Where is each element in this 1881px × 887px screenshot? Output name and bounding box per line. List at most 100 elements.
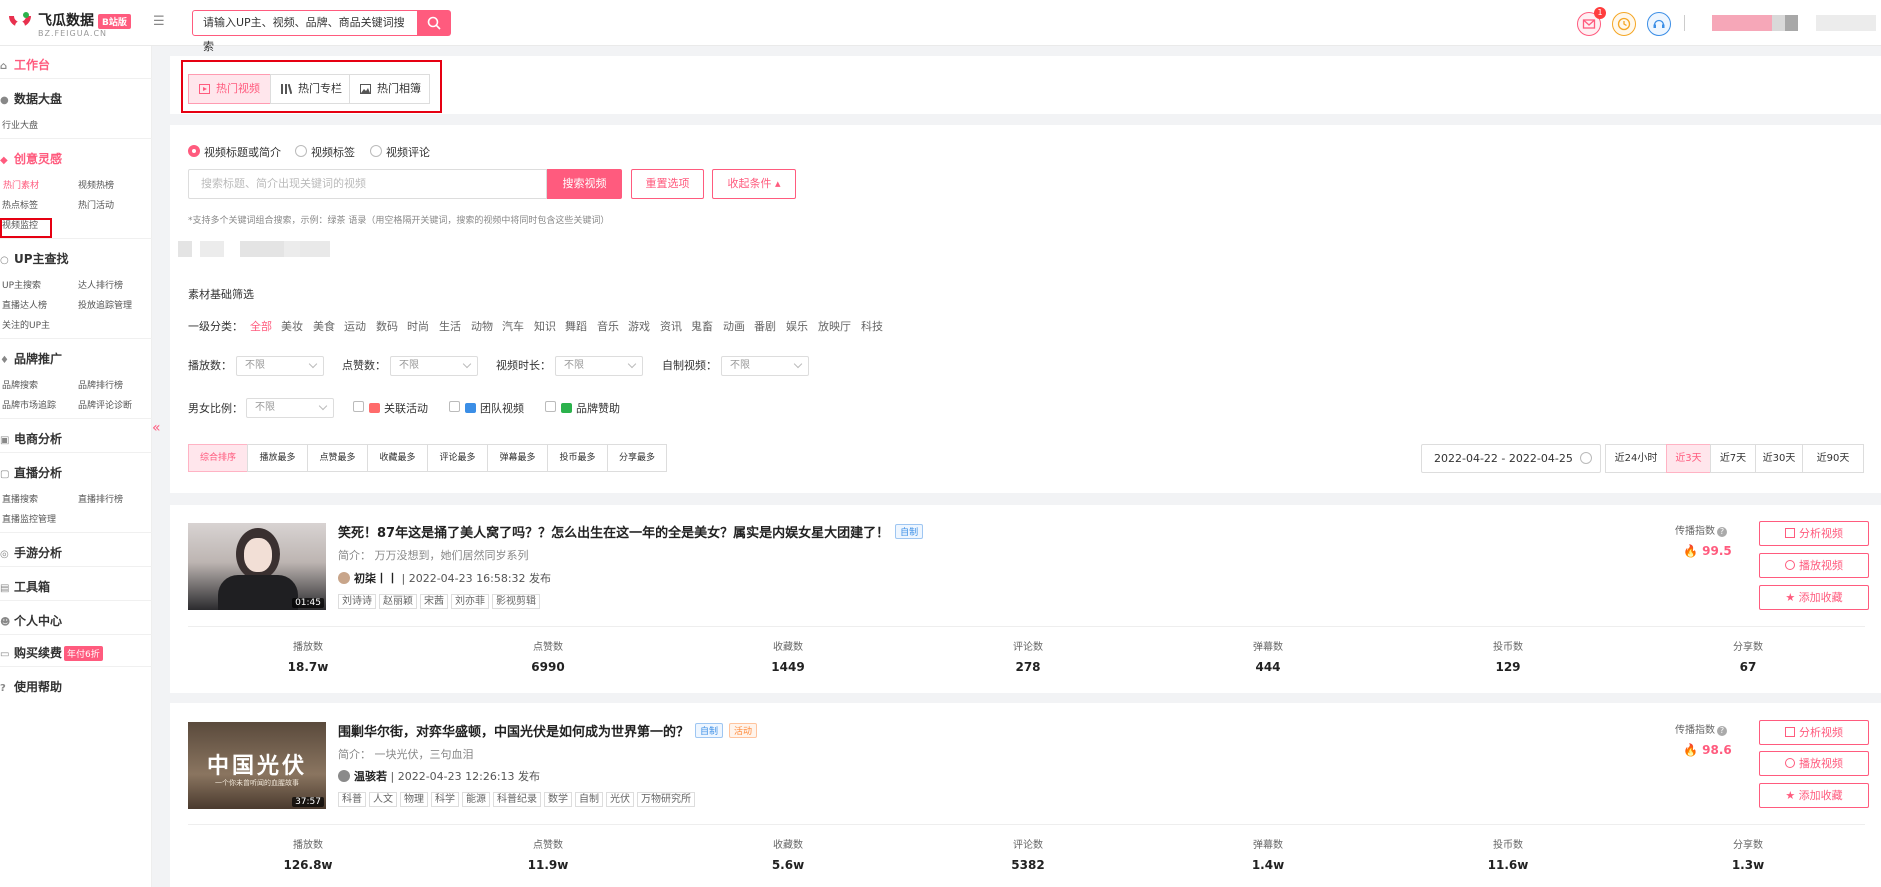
sidebar-item-followed-up[interactable]: 关注的UP主 (2, 318, 50, 331)
sidebar-item-live-analysis[interactable]: ▢ 直播分析 (0, 464, 62, 481)
tag-chip[interactable]: 光伏 (606, 792, 634, 807)
category-item[interactable]: 美食 (313, 318, 335, 334)
reset-button[interactable]: 重置选项 (631, 169, 704, 199)
collapse-conditions-button[interactable]: 收起条件 ▴ (712, 169, 796, 199)
play-video-button[interactable]: 播放视频 (1759, 553, 1869, 578)
sidebar-item-up-search[interactable]: ○ UP主查找 (0, 250, 69, 267)
sidebar-item-brand-market[interactable]: 品牌市场追踪 (2, 398, 56, 411)
category-item[interactable]: 时尚 (407, 318, 429, 334)
video-thumbnail[interactable]: 中国光伏 一个你未曾听闻的血腥故事 37:57 (188, 722, 326, 809)
sort-coin[interactable]: 投币最多 (547, 444, 608, 472)
category-item[interactable]: 游戏 (628, 318, 650, 334)
range-7d[interactable]: 近7天 (1710, 444, 1756, 473)
sidebar-item-game-analysis[interactable]: ◎ 手游分析 (0, 544, 62, 561)
sort-comment[interactable]: 评论最多 (427, 444, 488, 472)
sidebar-item-hot-tags[interactable]: 热点标签 (2, 198, 38, 211)
category-item[interactable]: 数码 (376, 318, 398, 334)
category-item[interactable]: 音乐 (597, 318, 619, 334)
sidebar-item-ecommerce[interactable]: ▣ 电商分析 (0, 430, 62, 447)
duration-select[interactable]: 不限 (555, 356, 643, 376)
team-video-checkbox[interactable]: 团队视频 (449, 400, 524, 416)
sort-comprehensive[interactable]: 综合排序 (188, 444, 248, 472)
tag-chip[interactable]: 物理 (400, 792, 428, 807)
brand-sponsor-checkbox[interactable]: 品牌赞助 (545, 400, 620, 416)
category-item[interactable]: 科技 (861, 318, 883, 334)
range-24h[interactable]: 近24小时 (1605, 444, 1667, 473)
category-item[interactable]: 知识 (534, 318, 556, 334)
sidebar-item-toolbox[interactable]: ▤ 工具箱 (0, 578, 50, 595)
sidebar-item-brand-search[interactable]: 品牌搜索 (2, 378, 38, 391)
category-item[interactable]: 资讯 (660, 318, 682, 334)
category-item[interactable]: 舞蹈 (565, 318, 587, 334)
category-item[interactable]: 运动 (344, 318, 366, 334)
message-icon[interactable]: 1 (1577, 7, 1606, 36)
tag-chip[interactable]: 赵丽颖 (379, 594, 417, 609)
category-item[interactable]: 鬼畜 (691, 318, 713, 334)
search-video-button[interactable]: 搜索视频 (547, 169, 622, 199)
category-item[interactable]: 动物 (471, 318, 493, 334)
tab-hot-column[interactable]: 热门专栏 (270, 74, 350, 104)
play-video-button[interactable]: 播放视频 (1759, 751, 1869, 776)
add-favorite-button[interactable]: ★ 添加收藏 (1759, 783, 1869, 808)
category-item[interactable]: 生活 (439, 318, 461, 334)
sidebar-item-industry-board[interactable]: 行业大盘 (2, 118, 38, 131)
avatar[interactable] (1712, 15, 1772, 31)
sidebar-item-live-talent[interactable]: 直播达人榜 (2, 298, 47, 311)
sidebar-item-inspiration[interactable]: ◆ 创意灵感 (0, 150, 62, 167)
sidebar-item-talent-rank[interactable]: 达人排行榜 (78, 278, 123, 291)
tag-chip[interactable]: 数学 (544, 792, 572, 807)
range-90d[interactable]: 近90天 (1802, 444, 1864, 473)
sort-play[interactable]: 播放最多 (247, 444, 308, 472)
sidebar-item-hot-material[interactable]: 热门素材 (3, 178, 39, 191)
search-mode-tag[interactable]: 视频标签 (295, 144, 355, 160)
menu-toggle-icon[interactable]: ☰ (153, 15, 167, 29)
tab-hot-album[interactable]: 热门相簿 (349, 74, 430, 104)
sidebar-item-live-search[interactable]: 直播搜索 (2, 492, 38, 505)
customer-service-icon[interactable] (1647, 12, 1671, 36)
tag-chip[interactable]: 影视剪辑 (492, 594, 540, 609)
search-mode-comment[interactable]: 视频评论 (370, 144, 430, 160)
tag-chip[interactable]: 科普纪录 (493, 792, 541, 807)
sidebar-item-brand-rank[interactable]: 品牌排行榜 (78, 378, 123, 391)
sidebar-item-data-board[interactable]: ● 数据大盘 (0, 90, 62, 107)
tag-chip[interactable]: 宋茜 (420, 594, 448, 609)
category-item[interactable]: 放映厅 (818, 318, 851, 334)
video-author[interactable]: 初柒丨丨 | 2022-04-23 16:58:32 发布 (338, 570, 551, 586)
related-activity-checkbox[interactable]: 关联活动 (353, 400, 428, 416)
question-icon[interactable]: ? (1717, 527, 1727, 537)
sidebar-item-video-monitor[interactable]: 视频监控 (2, 218, 38, 231)
range-30d[interactable]: 近30天 (1755, 444, 1803, 473)
video-title[interactable]: 笑死！87年这是捅了美人窝了吗？？怎么出生在这一年的全是美女？属实是内娱女星大团… (338, 522, 924, 541)
sidebar-item-live-rank[interactable]: 直播排行榜 (78, 492, 123, 505)
sidebar-item-video-rank[interactable]: 视频热榜 (78, 178, 114, 191)
add-favorite-button[interactable]: ★ 添加收藏 (1759, 585, 1869, 610)
sort-collect[interactable]: 收藏最多 (367, 444, 428, 472)
global-search-button[interactable] (417, 10, 451, 36)
tag-chip[interactable]: 能源 (462, 792, 490, 807)
sidebar-item-ad-manage[interactable]: 投放追踪管理 (78, 298, 132, 311)
category-item[interactable]: 汽车 (502, 318, 524, 334)
analyze-video-button[interactable]: 分析视频 (1759, 720, 1869, 745)
category-item[interactable]: 娱乐 (786, 318, 808, 334)
sidebar-item-buy-renew[interactable]: ▭ 购买续费 年付6折 (0, 644, 103, 661)
like-count-select[interactable]: 不限 (390, 356, 478, 376)
tag-chip[interactable]: 科普 (338, 792, 366, 807)
sidebar-item-workbench[interactable]: ⌂ 工作台 (0, 56, 50, 73)
tag-chip[interactable]: 人文 (369, 792, 397, 807)
search-mode-title[interactable]: 视频标题或简介 (188, 144, 281, 160)
sidebar-item-up-search-sub[interactable]: UP主搜索 (2, 278, 41, 291)
video-title[interactable]: 围剿华尔街，对弈华盛顿，中国光伏是如何成为世界第一的？ 自制 活动 (338, 721, 758, 740)
collapse-sidebar-icon[interactable]: « (152, 420, 161, 436)
sidebar-item-hot-activity[interactable]: 热门活动 (78, 198, 114, 211)
gender-ratio-select[interactable]: 不限 (246, 398, 334, 418)
sort-danmaku[interactable]: 弹幕最多 (487, 444, 548, 472)
global-search-input[interactable]: 请输入UP主、视频、品牌、商品关键词搜索 (192, 10, 418, 53)
range-3d[interactable]: 近3天 (1666, 444, 1711, 473)
tag-chip[interactable]: 科学 (431, 792, 459, 807)
tag-chip[interactable]: 刘亦菲 (451, 594, 489, 609)
sort-like[interactable]: 点赞最多 (307, 444, 368, 472)
video-thumbnail[interactable]: 01:45 (188, 523, 326, 610)
sidebar-item-live-monitor[interactable]: 直播监控管理 (2, 512, 56, 525)
sidebar-item-help[interactable]: ? 使用帮助 (0, 678, 62, 695)
video-author[interactable]: 温骇若 | 2022-04-23 12:26:13 发布 (338, 768, 540, 784)
